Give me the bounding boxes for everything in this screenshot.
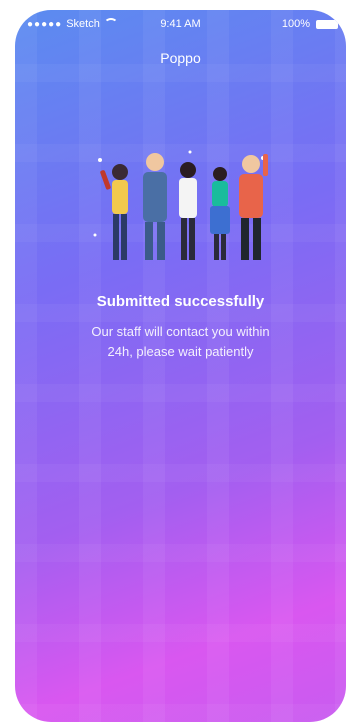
phone-screen: ●●●●● Sketch 9:41 AM 100% Poppo Submitte… [15,10,346,722]
status-bar: ●●●●● Sketch 9:41 AM 100% [15,10,346,36]
battery-percent: 100% [281,18,310,30]
success-headline: Submitted successfully [96,293,265,310]
people-illustration [93,150,268,260]
success-description-line-1: Our staff will contact you within [91,324,270,339]
battery-icon [316,19,338,29]
success-description-line-2: 24h, please wait patiently [107,344,254,359]
success-description: Our staff will contact you within 24h, p… [55,322,306,362]
page-title: Poppo [160,50,201,66]
status-right: 100% [282,18,338,30]
